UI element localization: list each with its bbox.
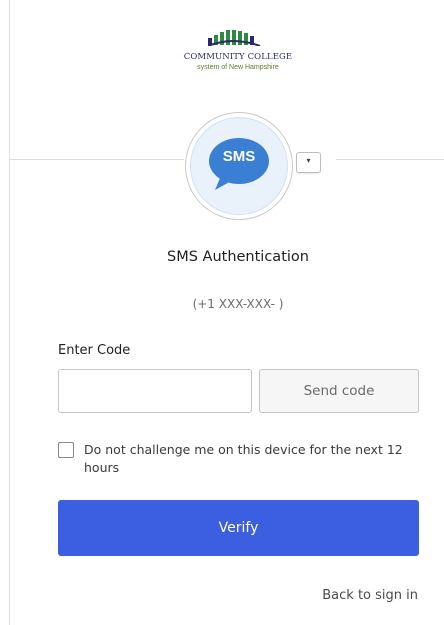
sms-badge-text: SMS	[222, 148, 256, 165]
phone-number: (+1 XXX-XXX- )	[192, 297, 284, 311]
code-input[interactable]	[58, 369, 252, 413]
page-title: SMS Authentication	[167, 249, 309, 265]
divider-right	[336, 159, 444, 160]
factor-dropdown-button[interactable]: ▾	[296, 152, 321, 173]
factor-badge-inner: SMS	[190, 117, 288, 215]
logo-name: COMMUNITY COLLEGE	[183, 52, 293, 62]
college-logo: COMMUNITY COLLEGE system of New Hampshir…	[168, 22, 308, 82]
back-to-sign-in-link[interactable]: Back to sign in	[322, 588, 418, 603]
remember-device-checkbox[interactable]	[58, 442, 74, 458]
caret-down-icon: ▾	[306, 156, 311, 165]
factor-badge: SMS	[185, 112, 293, 220]
verify-button[interactable]: Verify	[58, 500, 419, 556]
logo-mark-icon	[208, 30, 261, 46]
remember-device-label: Do not challenge me on this device for t…	[84, 442, 403, 475]
frame-border	[9, 0, 10, 625]
send-code-button[interactable]: Send code	[259, 369, 419, 413]
enter-code-label: Enter Code	[58, 343, 131, 358]
divider-left	[10, 159, 184, 160]
logo-subtitle: system of New Hampshire	[197, 64, 279, 71]
